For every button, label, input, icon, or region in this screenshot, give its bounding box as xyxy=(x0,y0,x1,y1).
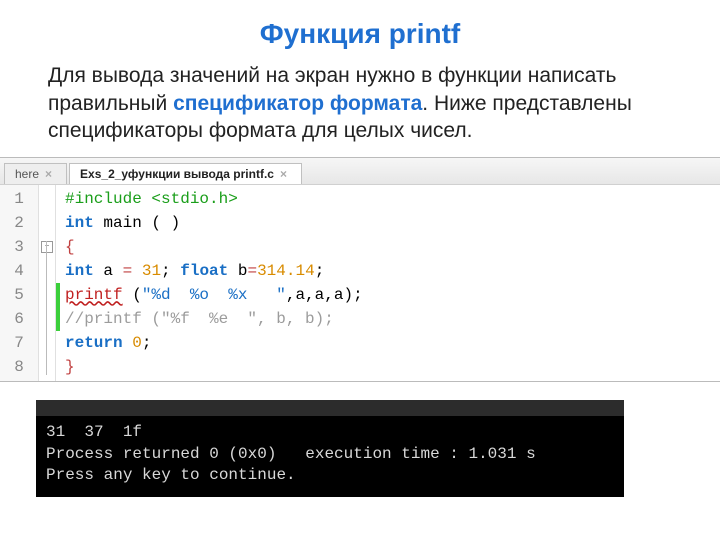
fold-toggle-icon[interactable]: − xyxy=(41,241,53,253)
tab-label: here xyxy=(15,167,39,181)
tab-inactive[interactable]: here × xyxy=(4,163,67,184)
code-lines[interactable]: #include <stdio.h> int main ( ) { int a … xyxy=(61,185,720,381)
slide-title: Функция printf xyxy=(0,18,720,50)
line-number: 7 xyxy=(0,331,38,355)
line-number: 2 xyxy=(0,211,38,235)
code-line: int main ( ) xyxy=(65,211,720,235)
code-line: //printf ("%f %e ", b, b); xyxy=(65,307,720,331)
desc-highlight: спецификатор формата xyxy=(173,92,422,115)
tab-label: Exs_2_уфункции вывода printf.c xyxy=(80,167,274,181)
console-line: 31 37 1f xyxy=(46,423,142,441)
code-line: #include <stdio.h> xyxy=(65,187,720,211)
line-number: 8 xyxy=(0,355,38,379)
line-number: 1 xyxy=(0,187,38,211)
console-area: 31 37 1f Process returned 0 (0x0) execut… xyxy=(0,400,720,497)
slide: Функция printf Для вывода значений на эк… xyxy=(0,0,720,540)
code-line: return 0; xyxy=(65,331,720,355)
line-number: 4 xyxy=(0,259,38,283)
code-area: 1 2 3 4 5 6 7 8 − #include <stdio.h> int… xyxy=(0,185,720,381)
code-line: } xyxy=(65,355,720,379)
code-line: { xyxy=(65,235,720,259)
fold-column: − xyxy=(39,185,56,381)
close-icon[interactable]: × xyxy=(280,167,287,181)
line-number: 3 xyxy=(0,235,38,259)
slide-description: Для вывода значений на экран нужно в фун… xyxy=(48,62,680,145)
line-number: 6 xyxy=(0,307,38,331)
console-titlebar xyxy=(36,400,624,416)
tab-active[interactable]: Exs_2_уфункции вывода printf.c × xyxy=(69,163,302,184)
close-icon[interactable]: × xyxy=(45,167,52,181)
code-editor: here × Exs_2_уфункции вывода printf.c × … xyxy=(0,157,720,382)
code-line: printf ("%d %o %x ",a,a,a); xyxy=(65,283,720,307)
code-line: int a = 31; float b=314.14; xyxy=(65,259,720,283)
console-output: 31 37 1f Process returned 0 (0x0) execut… xyxy=(36,416,624,497)
console-line: Process returned 0 (0x0) execution time … xyxy=(46,445,536,463)
change-bar xyxy=(56,185,61,381)
line-gutter: 1 2 3 4 5 6 7 8 xyxy=(0,185,39,381)
tab-bar: here × Exs_2_уфункции вывода printf.c × xyxy=(0,158,720,185)
line-number: 5 xyxy=(0,283,38,307)
console-line: Press any key to continue. xyxy=(46,466,296,484)
